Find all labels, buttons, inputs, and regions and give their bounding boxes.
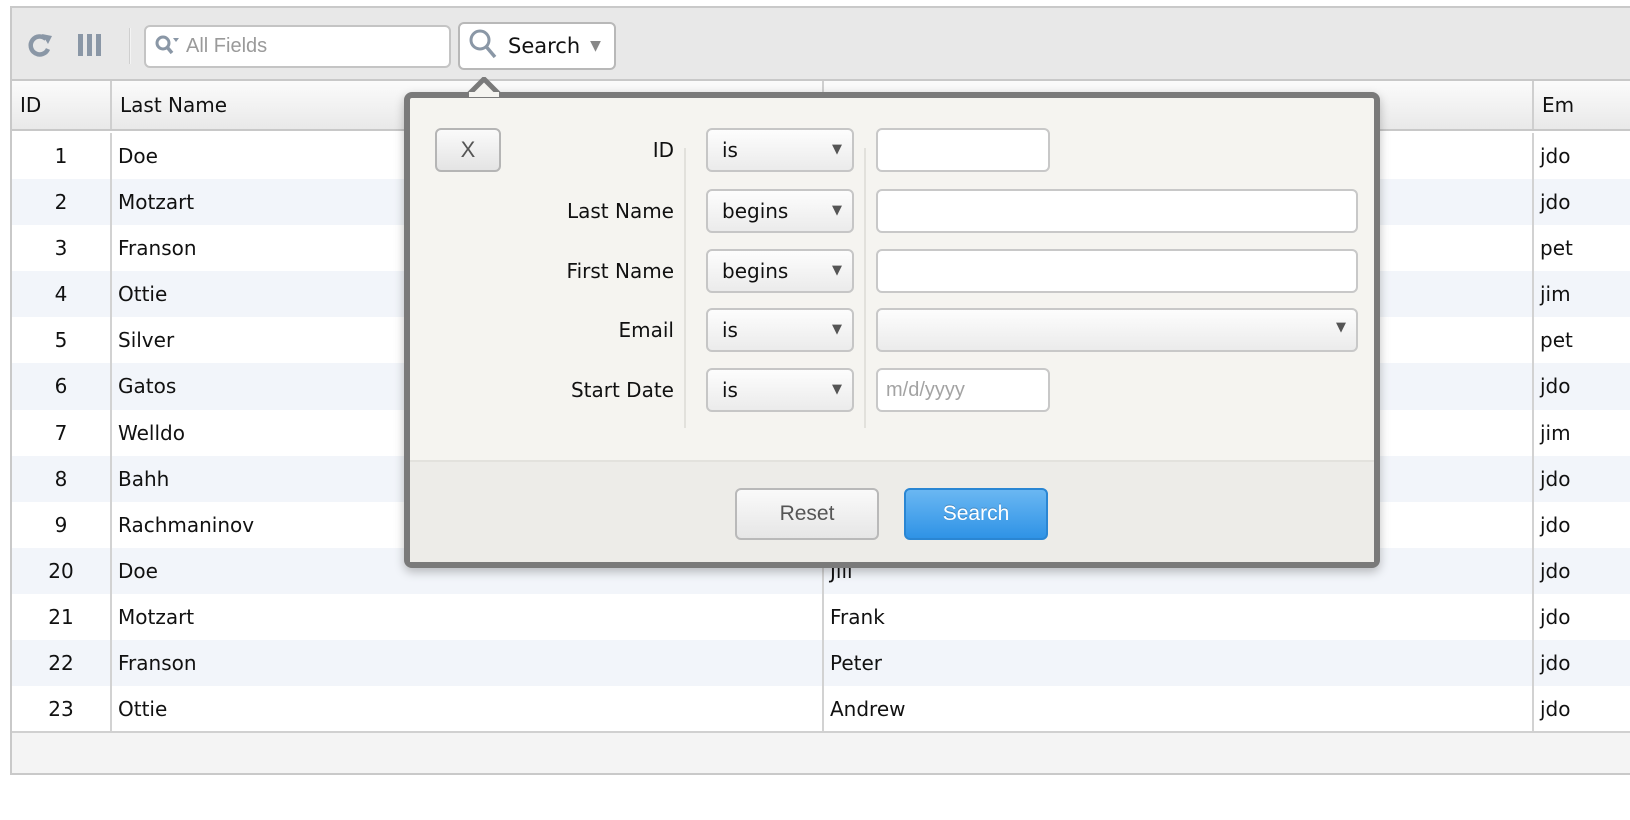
- columns-icon[interactable]: [76, 30, 104, 60]
- field-label: First Name: [566, 259, 674, 283]
- column-header-id[interactable]: ID: [12, 81, 112, 129]
- cell-id: 20: [12, 547, 112, 594]
- field-label: Start Date: [570, 378, 674, 402]
- field-row-first-name: First Name begins ▼: [410, 249, 1374, 293]
- cell-email: jdo: [1540, 374, 1571, 399]
- operator-value: is: [722, 318, 738, 342]
- chevron-down-icon: ▼: [832, 203, 842, 218]
- search-popup: X ID is ▼ Last Name begins ▼ First Name …: [404, 92, 1380, 568]
- table-row[interactable]: 23 Ottie Andrew jdo: [12, 686, 1630, 731]
- grid-footer: [12, 731, 1630, 773]
- search-button-label: Search: [508, 34, 581, 58]
- quick-search-field[interactable]: [144, 25, 451, 68]
- reset-button[interactable]: Reset: [735, 488, 879, 540]
- cell-email: jdo: [1540, 558, 1571, 583]
- operator-value: begins: [722, 259, 789, 283]
- field-row-email: Email is ▼ ▼: [410, 308, 1374, 352]
- field-row-start-date: Start Date is ▼: [410, 368, 1374, 412]
- cell-email: jdo: [1540, 651, 1571, 676]
- cell-first-name: Frank: [824, 593, 1534, 641]
- cell-id: 4: [12, 271, 112, 318]
- search-submit-button[interactable]: Search: [904, 488, 1048, 540]
- cell-email: jdo: [1540, 512, 1571, 537]
- operator-select-email[interactable]: is ▼: [706, 308, 854, 352]
- operator-select-id[interactable]: is ▼: [706, 128, 854, 172]
- cell-email: pet: [1540, 236, 1573, 261]
- cell-first-name: Andrew: [824, 686, 1534, 731]
- chevron-down-icon: ▼: [832, 322, 842, 337]
- search-icon: [468, 28, 498, 64]
- operator-select-start-date[interactable]: is ▼: [706, 368, 854, 412]
- cell-id: 21: [12, 593, 112, 641]
- quick-search-input[interactable]: [184, 34, 444, 59]
- cell-id: 23: [12, 686, 112, 731]
- field-label: ID: [652, 138, 674, 162]
- chevron-down-icon: ▼: [590, 38, 601, 54]
- chevron-down-icon: ▼: [832, 382, 842, 397]
- toolbar-divider: [129, 28, 131, 64]
- cell-email: jdo: [1540, 190, 1571, 215]
- email-value-select[interactable]: ▼: [876, 308, 1358, 352]
- refresh-icon[interactable]: [26, 30, 54, 60]
- cell-email: jim: [1540, 420, 1571, 445]
- operator-select-last-name[interactable]: begins ▼: [706, 189, 854, 233]
- cell-id: 6: [12, 363, 112, 410]
- cell-id: 2: [12, 179, 112, 226]
- cell-id: 9: [12, 501, 112, 548]
- field-row-last-name: Last Name begins ▼: [410, 189, 1374, 233]
- id-input[interactable]: [876, 128, 1050, 172]
- cell-email: pet: [1540, 328, 1573, 353]
- search-dropdown-button[interactable]: Search ▼: [458, 22, 616, 70]
- cell-email: jdo: [1540, 697, 1571, 722]
- cell-first-name: Peter: [824, 640, 1534, 687]
- cell-id: 5: [12, 317, 112, 364]
- cell-id: 3: [12, 225, 112, 272]
- cell-email: jim: [1540, 282, 1571, 307]
- start-date-input[interactable]: [876, 368, 1050, 412]
- popup-footer: Reset Search: [410, 460, 1374, 562]
- table-row[interactable]: 22 Franson Peter jdo: [12, 640, 1630, 687]
- cell-last-name: Ottie: [112, 686, 824, 731]
- field-label: Last Name: [566, 199, 674, 223]
- cell-id: 8: [12, 455, 112, 502]
- last-name-input[interactable]: [876, 189, 1358, 233]
- cell-id: 7: [12, 409, 112, 456]
- cell-id: 22: [12, 640, 112, 687]
- operator-value: is: [722, 378, 738, 402]
- field-label: Email: [618, 318, 675, 342]
- cell-last-name: Motzart: [112, 593, 824, 641]
- search-options-icon[interactable]: [154, 34, 180, 60]
- first-name-input[interactable]: [876, 249, 1358, 293]
- operator-value: is: [722, 138, 738, 162]
- column-header-email[interactable]: Em: [1534, 81, 1630, 129]
- cell-last-name: Franson: [112, 640, 824, 687]
- popup-pointer: [466, 77, 502, 97]
- field-row-id: ID is ▼: [410, 128, 1374, 172]
- chevron-down-icon: ▼: [832, 142, 842, 157]
- cell-email: jdo: [1540, 466, 1571, 491]
- cell-email: jdo: [1540, 144, 1571, 168]
- chevron-down-icon: ▼: [832, 263, 842, 278]
- toolbar: Search ▼: [12, 8, 1630, 81]
- table-row[interactable]: 21 Motzart Frank jdo: [12, 593, 1630, 641]
- operator-select-first-name[interactable]: begins ▼: [706, 249, 854, 293]
- chevron-down-icon: ▼: [1336, 320, 1346, 335]
- operator-value: begins: [722, 199, 789, 223]
- cell-email: jdo: [1540, 604, 1571, 629]
- cell-id: 1: [12, 133, 112, 180]
